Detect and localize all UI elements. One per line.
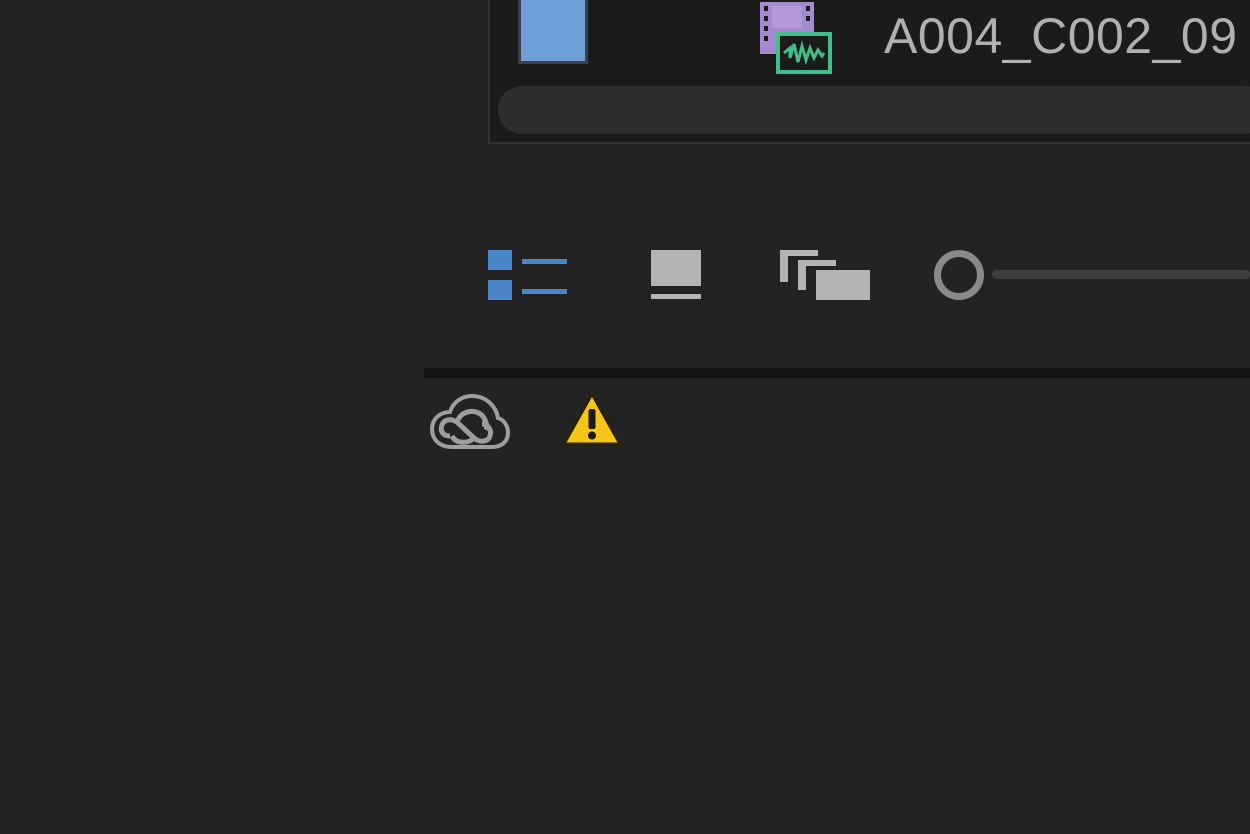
- list-view-button[interactable]: [486, 248, 570, 302]
- clip-row[interactable]: A004_C002_09: [490, 0, 1250, 84]
- app-window: A004_C002_09: [0, 0, 1250, 834]
- horizontal-scrollbar[interactable]: [498, 86, 1250, 134]
- warning-icon[interactable]: [562, 392, 622, 448]
- zoom-slider[interactable]: [930, 246, 1250, 302]
- label-color-swatch[interactable]: [518, 0, 588, 64]
- status-bar: [424, 378, 1250, 468]
- slider-thumb[interactable]: [934, 250, 984, 300]
- freeform-view-icon: [778, 250, 872, 306]
- zoom-slider-track[interactable]: [992, 270, 1250, 279]
- icon-view-button[interactable]: [650, 248, 702, 302]
- video-audio-clip-icon: [760, 2, 836, 76]
- icon-view-icon: [650, 250, 702, 306]
- list-view-icon: [486, 250, 570, 306]
- freeform-view-button[interactable]: [778, 248, 872, 302]
- creative-cloud-icon[interactable]: [428, 392, 511, 454]
- clip-name: A004_C002_09: [884, 8, 1238, 64]
- panel-divider[interactable]: [424, 368, 1250, 378]
- clip-list: A004_C002_09: [488, 0, 1250, 144]
